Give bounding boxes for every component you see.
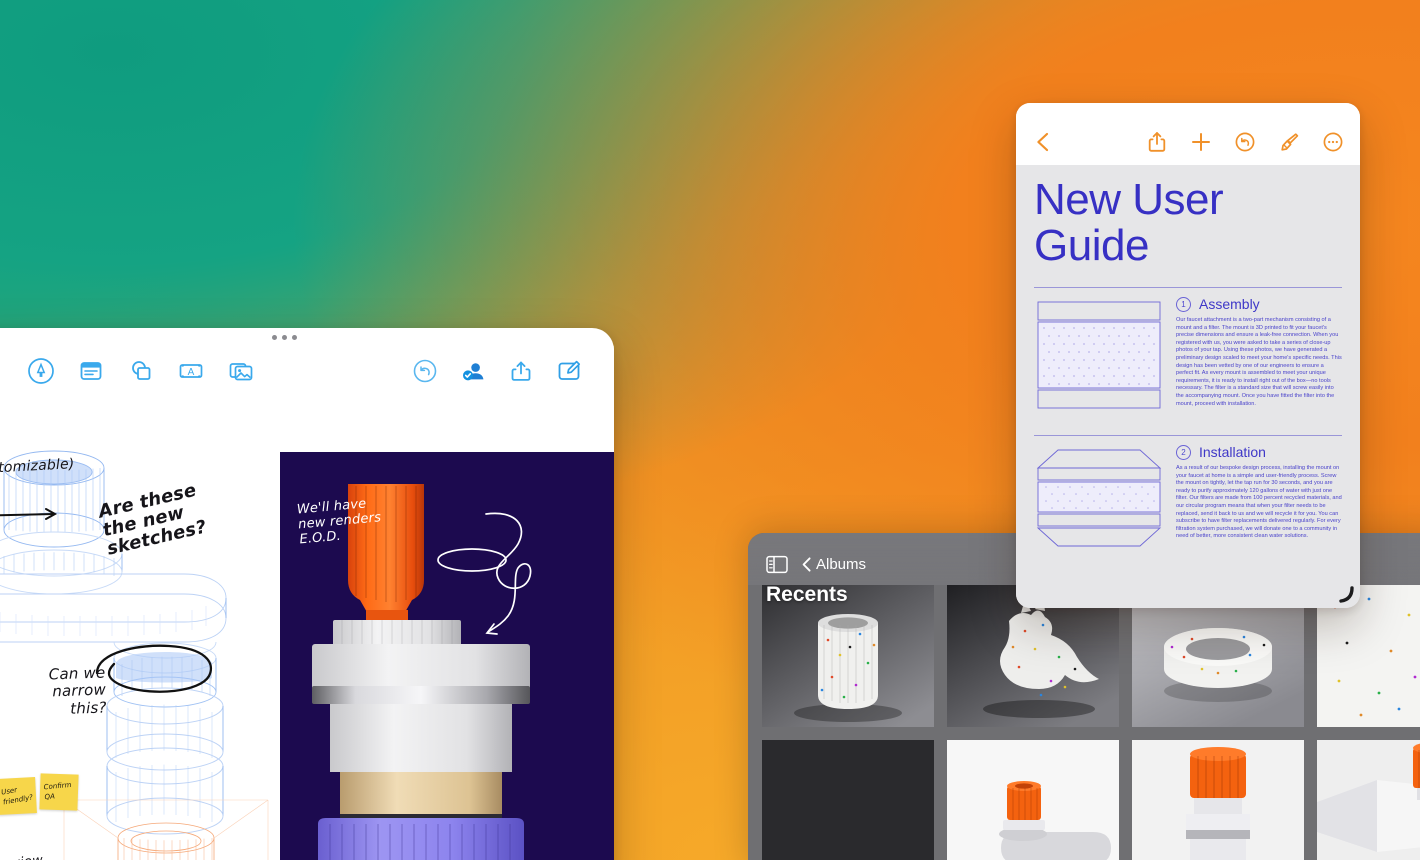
freeform-tools-right [410, 356, 584, 386]
freeform-tools-left: A [26, 356, 256, 386]
text-box-icon[interactable]: A [176, 356, 206, 386]
notes-window[interactable]: New User Guide 1 Assembly Our faucet att… [1016, 103, 1360, 608]
photos-back-label: Albums [816, 555, 867, 573]
note-section-assembly: 1 Assembly Our faucet attachment is a tw… [1034, 296, 1342, 425]
plus-icon[interactable] [1190, 131, 1212, 153]
section-body-text: Our faucet attachment is a two-part mech… [1176, 317, 1342, 407]
sticky-note-text: Confirm QA [43, 780, 72, 802]
mount-housing-diagram [1034, 444, 1164, 557]
section-number-badge: 2 [1176, 444, 1191, 460]
freeform-canvas[interactable]: We'll have new renders E.O.D. (Customiza… [0, 396, 614, 860]
grabber-dot [281, 334, 287, 340]
orange-wireframe-sketch [63, 799, 269, 860]
share-icon[interactable] [1146, 131, 1168, 153]
sticky-note-confirm-qa[interactable]: Confirm QA [39, 773, 79, 811]
chevron-left-icon[interactable] [1032, 131, 1054, 153]
grabber-dot [291, 334, 297, 340]
sticky-note-user-friendly[interactable]: User friendly? [0, 777, 37, 815]
freeform-window[interactable]: A We'll have new renders E.O.D. (Customi… [0, 328, 614, 860]
collaborate-icon[interactable] [458, 356, 488, 386]
resize-corner-handle[interactable] [1336, 585, 1356, 605]
filter-cartridge-diagram [1034, 296, 1164, 425]
more-circle-icon[interactable] [1322, 131, 1344, 153]
sidebar-icon[interactable] [766, 555, 788, 574]
section-body-text: As a result of our bespoke design proces… [1176, 465, 1342, 540]
photos-grid[interactable] [762, 585, 1420, 860]
freeform-toolbar: A [0, 346, 614, 396]
section-heading-label: Installation [1199, 444, 1266, 460]
note-section-heading: 2 Installation [1176, 444, 1342, 460]
section-divider [1034, 287, 1342, 288]
note-section-text: 1 Assembly Our faucet attachment is a tw… [1176, 296, 1342, 425]
svg-text:A: A [188, 367, 195, 378]
photo-thumb-orange-faucet-on-block[interactable] [1317, 740, 1420, 860]
note-section-installation: 2 Installation As a result of our bespok… [1034, 444, 1342, 557]
sticky-note-icon[interactable] [76, 356, 106, 386]
sticky-note-text: User friendly? [0, 785, 34, 807]
section-divider [1034, 435, 1342, 436]
notes-toolbar [1016, 103, 1360, 165]
undo-icon[interactable] [410, 356, 440, 386]
note-section-heading: 1 Assembly [1176, 296, 1342, 312]
media-icon[interactable] [226, 356, 256, 386]
render-panel: We'll have new renders E.O.D. [280, 452, 614, 860]
photos-album-title: Recents [766, 583, 848, 606]
photo-thumb-orange-faucet-on-base[interactable] [947, 740, 1119, 860]
photos-back-button[interactable]: Albums [802, 556, 866, 573]
photo-thumb-orange-faucet-assembly[interactable] [1132, 740, 1304, 860]
note-title: New User Guide [1034, 175, 1224, 270]
photo-thumb-speckled-surface-closeup[interactable] [762, 740, 934, 860]
share-icon[interactable] [506, 356, 536, 386]
markup-pen-icon[interactable] [1278, 131, 1300, 153]
annotation-narrow-this: Can we narrow this? [48, 663, 107, 718]
desktop-wallpaper: A We'll have new renders E.O.D. (Customi… [0, 0, 1420, 860]
compose-icon[interactable] [554, 356, 584, 386]
window-grabber-handle[interactable] [0, 328, 614, 346]
chevron-left-icon [802, 556, 811, 572]
grabber-dot [271, 334, 277, 340]
notes-action-buttons [1146, 131, 1344, 153]
shapes-icon[interactable] [126, 356, 156, 386]
pen-markup-icon[interactable] [26, 356, 56, 386]
notes-document-body[interactable]: New User Guide 1 Assembly Our faucet att… [1016, 165, 1360, 608]
section-heading-label: Assembly [1199, 296, 1260, 312]
note-section-text: 2 Installation As a result of our bespok… [1176, 444, 1342, 557]
section-number-badge: 1 [1176, 296, 1191, 312]
undo-icon[interactable] [1234, 131, 1256, 153]
